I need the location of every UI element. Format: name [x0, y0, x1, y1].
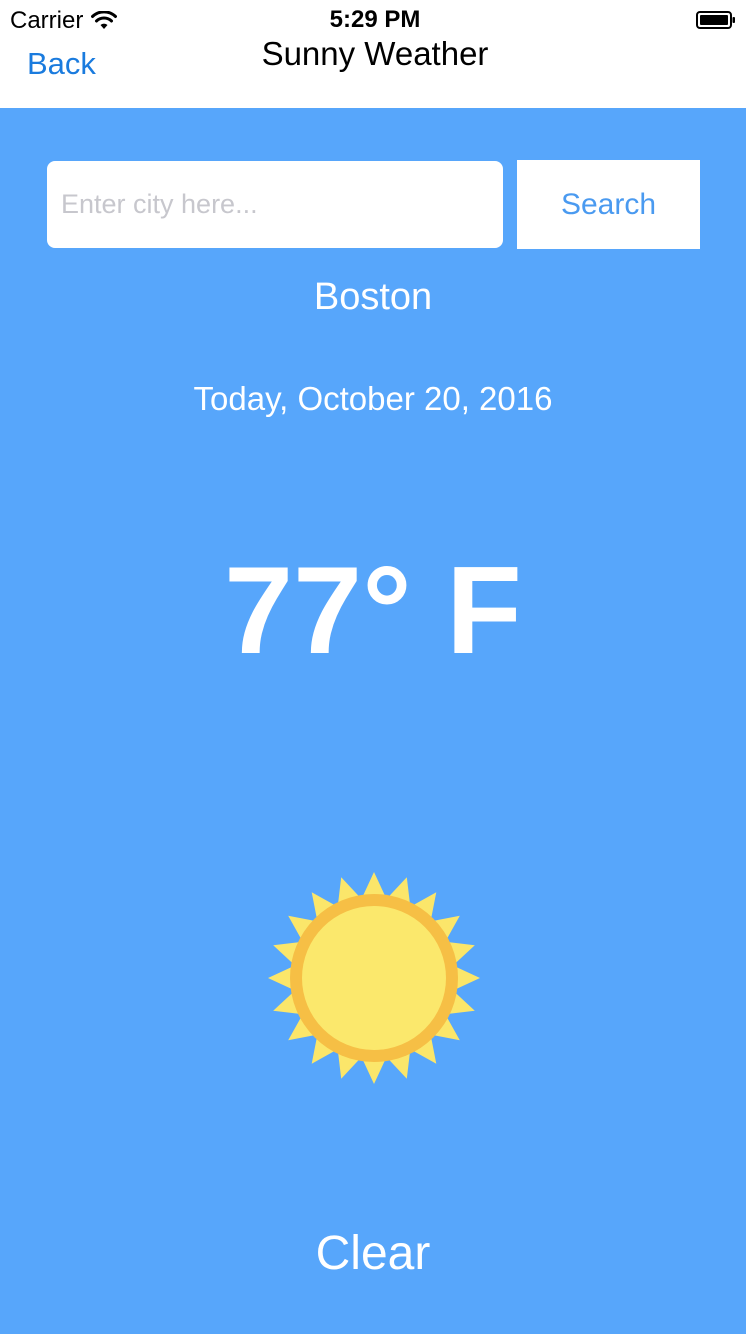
navigation-bar: Carrier 5:29 PM Back Sunny Weather [0, 0, 750, 108]
date-label: Today, October 20, 2016 [193, 380, 553, 417]
sun-icon [268, 872, 480, 1084]
search-button[interactable]: Search [517, 160, 700, 249]
temperature-label: 77° F [224, 542, 522, 680]
city-search-input[interactable] [47, 161, 503, 248]
condition-label: Clear [315, 1227, 431, 1280]
weather-panel: Search Boston Today, October 20, 2016 77… [0, 108, 746, 1334]
weather-screen: Carrier 5:29 PM Back Sunny Weather Searc… [0, 0, 750, 1334]
right-edge [746, 108, 750, 1334]
status-time: 5:29 PM [329, 6, 421, 33]
status-bar: Carrier 5:29 PM [0, 0, 750, 40]
battery-icon [696, 11, 735, 29]
city-name: Boston [313, 276, 433, 318]
page-title: Sunny Weather [261, 35, 489, 72]
